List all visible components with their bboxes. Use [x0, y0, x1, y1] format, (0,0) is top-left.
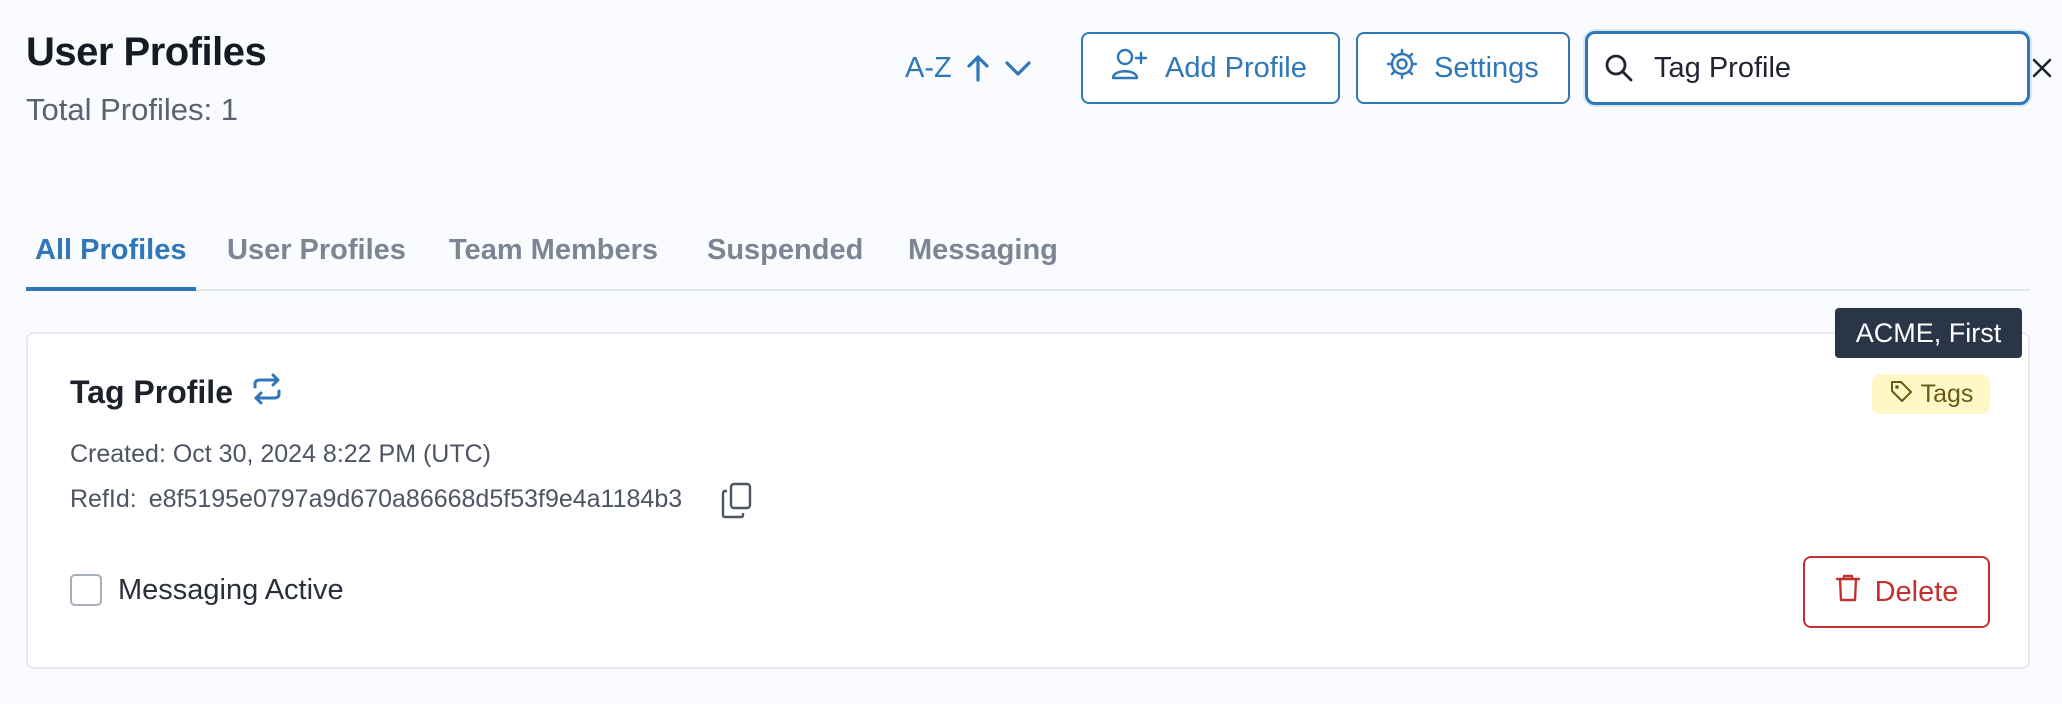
tag-icon — [1889, 379, 1913, 410]
search-input[interactable] — [1654, 51, 2031, 85]
tab-team-members[interactable]: Team Members — [440, 234, 667, 291]
settings-button[interactable]: Settings — [1356, 32, 1570, 104]
profile-name: Tag Profile — [70, 374, 233, 410]
tab-all-profiles[interactable]: All Profiles — [26, 234, 196, 291]
sort-control[interactable]: A-Z — [905, 48, 1032, 88]
chevron-down-icon — [1004, 58, 1032, 78]
trash-icon — [1835, 573, 1861, 611]
messaging-active-checkbox[interactable] — [70, 574, 102, 606]
profile-card: Tag Profile Created: Oct 30, 2024 8:22 P… — [26, 332, 2030, 669]
search-box — [1585, 31, 2052, 105]
search-icon — [1604, 53, 1634, 83]
refid-row: RefId: e8f5195e0797a9d670a86668d5f53f9e4… — [70, 485, 682, 514]
refid-label: RefId: — [70, 485, 137, 513]
delete-button[interactable]: Delete — [1803, 556, 1990, 628]
tab-user-profiles[interactable]: User Profiles — [218, 234, 415, 291]
tab-bar: All Profiles User Profiles Team Members … — [26, 228, 2030, 291]
settings-label: Settings — [1434, 51, 1539, 84]
close-icon[interactable] — [2031, 57, 2053, 79]
messaging-active-label: Messaging Active — [118, 574, 344, 606]
page-title: User Profiles — [26, 30, 267, 74]
total-profiles-count: Total Profiles: 1 — [26, 92, 238, 127]
delete-label: Delete — [1874, 575, 1959, 608]
tags-badge[interactable]: Tags — [1872, 374, 1990, 414]
sort-label: A-Z — [905, 51, 952, 84]
sync-icon[interactable] — [250, 372, 284, 411]
tab-suspended[interactable]: Suspended — [698, 234, 872, 291]
arrow-up-icon — [966, 54, 990, 82]
tags-tooltip: ACME, First — [1835, 308, 2022, 358]
tab-messaging[interactable]: Messaging — [899, 234, 1067, 291]
refid-value: e8f5195e0797a9d670a86668d5f53f9e4a1184b3 — [148, 485, 683, 513]
user-plus-icon — [1111, 47, 1149, 89]
tags-label: Tags — [1920, 379, 1974, 408]
created-date: Created: Oct 30, 2024 8:22 PM (UTC) — [70, 440, 492, 468]
add-profile-button[interactable]: Add Profile — [1081, 32, 1340, 104]
copy-icon[interactable] — [720, 482, 754, 525]
add-profile-label: Add Profile — [1165, 51, 1307, 84]
gear-icon — [1386, 48, 1418, 88]
